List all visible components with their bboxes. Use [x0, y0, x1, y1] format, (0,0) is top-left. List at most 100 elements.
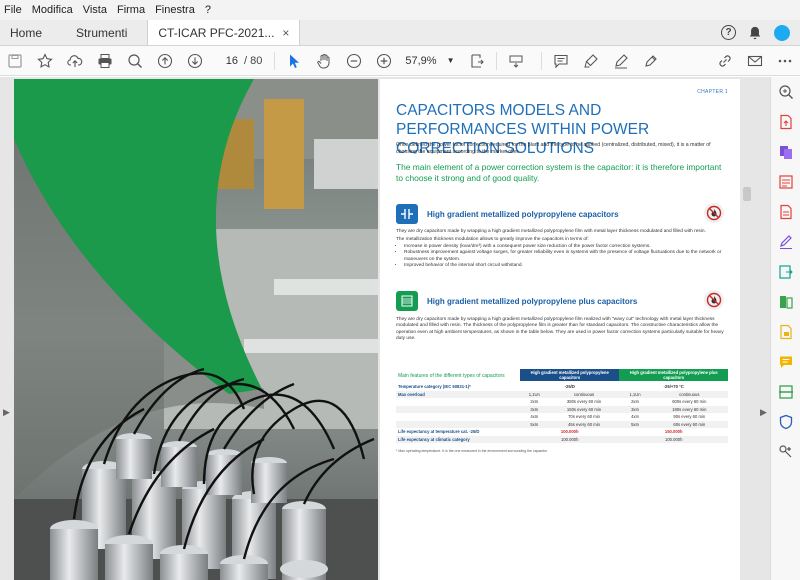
email-button[interactable] — [740, 46, 770, 76]
comment-button[interactable] — [546, 46, 576, 76]
zoom-value: 57,9% — [405, 54, 437, 67]
combine-button[interactable] — [771, 287, 800, 317]
table-cell: 2xIn — [631, 399, 639, 405]
page-fit-button[interactable] — [462, 46, 492, 76]
save-icon — [8, 53, 22, 68]
document-viewport[interactable]: ▶ CHAPTER 1 CAPACITORS MODELS AND PERFOR… — [0, 77, 770, 580]
protect-button[interactable] — [771, 407, 800, 437]
export-pdf-icon — [780, 114, 792, 130]
tools-wrench-icon — [779, 445, 792, 458]
toolbar-divider — [496, 51, 498, 70]
arrow-down-circle-icon — [187, 53, 203, 68]
table-row: Life expectancy at climatic category 100… — [396, 435, 728, 443]
product-1-description: They are dry capacitors made by wrapping… — [396, 229, 726, 269]
main-toolbar: / 80 57,9% ▼ — [0, 46, 800, 76]
features-table: Main features of the different types of … — [396, 369, 728, 443]
organize-pages-button[interactable] — [771, 257, 800, 287]
printer-icon — [98, 53, 112, 68]
cursor-icon — [290, 54, 300, 68]
expand-right-panel-icon[interactable]: ▶ — [760, 407, 767, 418]
next-page-button[interactable] — [180, 46, 210, 76]
prev-page-button[interactable] — [150, 46, 180, 76]
zoom-out-button[interactable] — [339, 46, 369, 76]
minus-circle-icon — [347, 53, 362, 68]
user-avatar[interactable] — [774, 24, 790, 41]
pen-icon — [615, 53, 629, 68]
highlighter-icon — [584, 53, 599, 67]
plus-circle-icon — [377, 53, 392, 68]
page-number-input[interactable] — [214, 54, 238, 67]
mail-icon — [747, 55, 763, 66]
zoom-tool-button[interactable] — [771, 77, 800, 107]
toolbar-divider — [274, 51, 276, 70]
table-cell: 100.000h — [560, 429, 579, 435]
lead-paragraph: The main element of a power correction s… — [396, 162, 722, 183]
create-pdf-button[interactable] — [771, 137, 800, 167]
table-cell: 60s every 60 min — [650, 420, 728, 428]
help-icon[interactable]: ? — [721, 25, 736, 40]
tab-bar: Home Strumenti CT-ICAR PFC-2021... × ? — [0, 20, 800, 46]
tab-tools[interactable]: Strumenti — [66, 20, 137, 45]
scroll-mode-button[interactable] — [501, 46, 531, 76]
table-cell: -25/D — [564, 384, 575, 390]
more-tools-panel-button[interactable] — [771, 437, 800, 467]
sign-button[interactable] — [636, 46, 666, 76]
table-cell: -25/+70 °C — [663, 384, 684, 390]
find-button[interactable] — [120, 46, 150, 76]
table-cell: continuous — [650, 390, 728, 398]
upload-button[interactable] — [60, 46, 90, 76]
menu-modifica[interactable]: Modifica — [32, 4, 73, 16]
protect-file-button[interactable] — [771, 317, 800, 347]
no-fire-icon — [704, 203, 724, 223]
capacitor-photo-illustration — [14, 79, 378, 580]
tab-document[interactable]: CT-ICAR PFC-2021... × — [147, 20, 301, 45]
vertical-scrollbar-thumb[interactable] — [743, 187, 751, 201]
menu-finestra[interactable]: Finestra — [155, 4, 195, 16]
zoom-select[interactable]: 57,9% ▼ — [405, 55, 454, 67]
magnifier-icon — [779, 85, 793, 99]
life-temp-label: Life expectancy at temperature cat. -25/… — [398, 429, 480, 435]
fill-sign-button[interactable] — [710, 46, 740, 76]
highlight-button[interactable] — [576, 46, 606, 76]
draw-button[interactable] — [606, 46, 636, 76]
no-fire-icon — [704, 290, 724, 310]
fill-sign-tool-button[interactable] — [771, 227, 800, 257]
tab-home[interactable]: Home — [0, 20, 52, 45]
comment-tool-button[interactable] — [771, 347, 800, 377]
product-1-header: High gradient metallized polypropylene c… — [396, 202, 726, 228]
table-row: Life expectancy at temperature cat. -25/… — [396, 428, 728, 436]
table-cell: 5xIn — [619, 420, 651, 428]
bell-icon[interactable] — [748, 26, 762, 40]
menu-firma[interactable]: Firma — [117, 4, 145, 16]
edit-pdf-button[interactable] — [771, 167, 800, 197]
more-tools-button[interactable] — [770, 46, 800, 76]
capacitor-icon — [396, 204, 418, 224]
shield-icon — [779, 414, 793, 430]
table-cell: 4xIn — [530, 414, 539, 420]
table-cell: 3xIn — [520, 405, 549, 413]
column-header-plus: High gradient metallized polypropylene p… — [619, 369, 728, 381]
product-1-name: High gradient metallized polypropylene c… — [427, 210, 619, 219]
table-cell: 380s every 60 min — [566, 399, 602, 405]
export-button[interactable] — [771, 197, 800, 227]
tools-panel — [770, 77, 800, 580]
zoom-in-button[interactable] — [369, 46, 399, 76]
scan-button[interactable] — [771, 377, 800, 407]
bookmark-button[interactable] — [30, 46, 60, 76]
close-tab-icon[interactable]: × — [282, 26, 289, 40]
menu-vista[interactable]: Vista — [83, 4, 107, 16]
save-button[interactable] — [0, 46, 30, 76]
collapse-left-panel-icon[interactable]: ▶ — [3, 407, 10, 418]
table-row: 3xIn 150s every 60 min 3xIn 180s every 6… — [396, 405, 728, 413]
toolbar-divider — [541, 51, 543, 70]
select-tool-button[interactable] — [279, 46, 309, 76]
table-row: 2xIn 380s every 60 min 2xIn 600s every 6… — [396, 398, 728, 406]
print-button[interactable] — [90, 46, 120, 76]
menu-help[interactable]: ? — [205, 4, 211, 16]
menu-file[interactable]: File — [4, 4, 22, 16]
product-2-name: High gradient metallized polypropylene p… — [427, 297, 638, 306]
export-pdf-button[interactable] — [771, 107, 800, 137]
hand-tool-button[interactable] — [309, 46, 339, 76]
scan-icon — [779, 385, 793, 399]
zoom-search-icon — [128, 53, 142, 68]
